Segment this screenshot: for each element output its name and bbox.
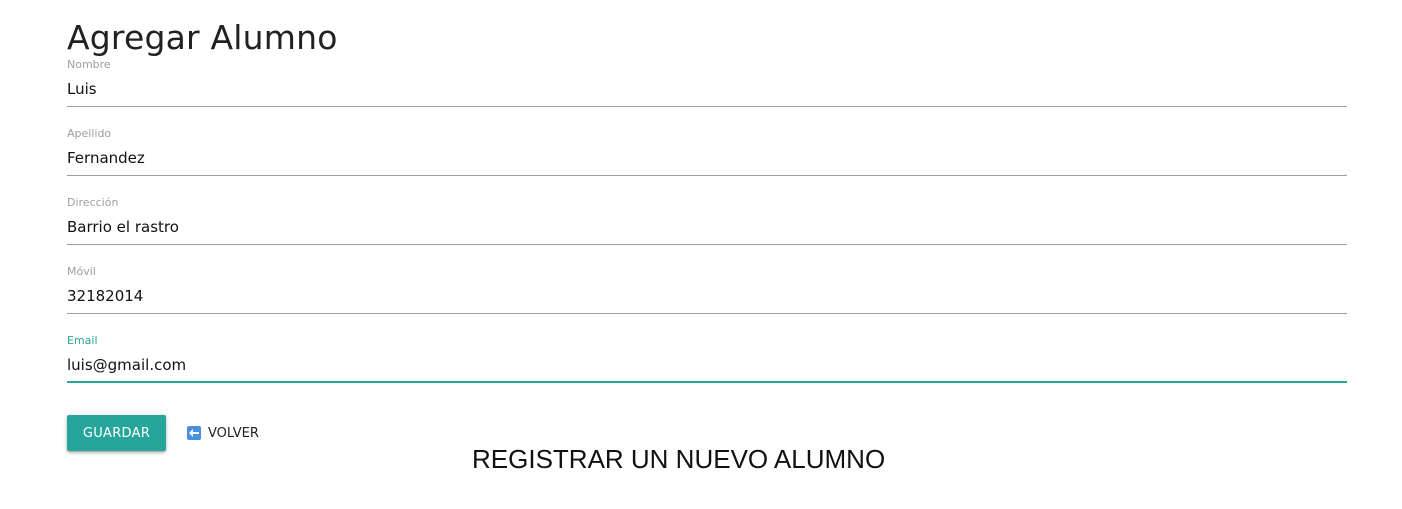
apellido-label: Apellido <box>67 127 112 140</box>
arrow-left-icon <box>187 426 201 440</box>
email-field: Email <box>67 334 1347 396</box>
page-title: Agregar Alumno <box>67 18 338 57</box>
nombre-field: Nombre <box>67 58 1347 120</box>
apellido-field: Apellido <box>67 127 1347 189</box>
direccion-input[interactable] <box>67 210 1347 245</box>
movil-label: Móvil <box>67 265 96 278</box>
direccion-field: Dirección <box>67 196 1347 258</box>
movil-input[interactable] <box>67 279 1347 314</box>
nombre-label: Nombre <box>67 58 111 71</box>
nombre-input[interactable] <box>67 72 1347 107</box>
movil-field: Móvil <box>67 265 1347 327</box>
back-button[interactable]: VOLVER <box>187 423 259 443</box>
direccion-label: Dirección <box>67 196 119 209</box>
back-button-label: VOLVER <box>208 425 259 441</box>
page-banner: REGISTRAR UN NUEVO ALUMNO <box>472 444 886 474</box>
save-button[interactable]: GUARDAR <box>67 415 166 451</box>
email-label: Email <box>67 334 98 347</box>
apellido-input[interactable] <box>67 141 1347 176</box>
email-input[interactable] <box>67 348 1347 383</box>
